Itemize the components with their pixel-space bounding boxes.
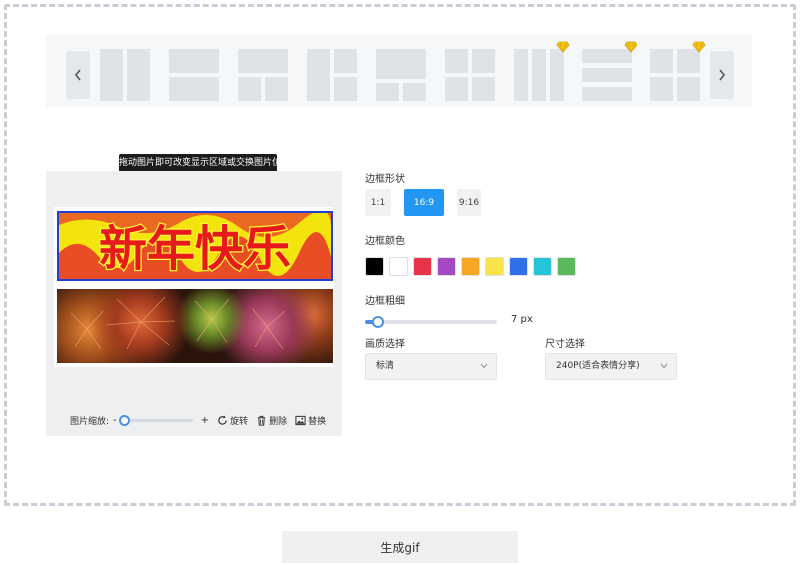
border-thickness-label: 边框粗细: [365, 296, 405, 307]
size-label: 尺寸选择: [545, 339, 585, 350]
border-color-label: 边框颜色: [365, 236, 405, 247]
border-thickness-slider[interactable]: [365, 316, 497, 328]
vip-diamond-icon: [556, 41, 570, 53]
quality-select[interactable]: 标清: [365, 353, 497, 380]
layout-three-rows[interactable]: [582, 41, 638, 101]
ratio-16-9-button[interactable]: 16:9: [404, 189, 444, 216]
chevron-right-icon: [719, 69, 726, 81]
size-selected: 240P(适合表情分享): [556, 361, 640, 371]
chevron-left-icon: [74, 69, 81, 81]
layout-top-one-bottom-two-wide[interactable]: [376, 49, 426, 101]
ratio-9-16-button[interactable]: 9:16: [457, 189, 481, 216]
layout-top-two-bottom-one[interactable]: [445, 49, 495, 101]
layout-left-one-right-two[interactable]: [307, 49, 357, 101]
zoom-slider[interactable]: [118, 414, 193, 426]
zoom-label: 图片缩放:: [70, 416, 110, 427]
replace-button[interactable]: 替换: [295, 414, 326, 427]
layout-three-columns[interactable]: [514, 41, 570, 101]
color-swatch[interactable]: [437, 257, 456, 276]
preview-panel: 新年快乐 图片缩放: - + 旋转 删除 替换: [46, 171, 342, 436]
vip-diamond-icon: [692, 41, 706, 53]
border-thickness-value: 7 px: [511, 314, 533, 325]
rotate-button[interactable]: 旋转: [217, 414, 248, 427]
layout-strip: [46, 35, 752, 107]
color-swatch[interactable]: [389, 257, 408, 276]
chevron-down-icon: [660, 363, 668, 369]
chevron-down-icon: [480, 363, 488, 369]
layout-two-horizontal[interactable]: [169, 49, 219, 101]
quality-selected: 标清: [376, 361, 395, 371]
rotate-icon: [218, 414, 227, 425]
fireworks-image: [70, 296, 286, 350]
layout-one-top-two-bottom[interactable]: [238, 49, 288, 101]
color-swatch[interactable]: [509, 257, 528, 276]
rotate-label: 旋转: [230, 416, 249, 427]
border-shape-label: 边框形状: [365, 174, 405, 185]
image-icon: [295, 415, 306, 425]
layout-next-button[interactable]: [710, 51, 734, 99]
zoom-toolbar: 图片缩放: - + 旋转 删除 替换: [70, 413, 326, 427]
quality-label: 画质选择: [365, 339, 405, 350]
collage-canvas: 新年快乐: [54, 207, 334, 367]
border-thickness-thumb[interactable]: [372, 316, 384, 328]
drag-hint-tooltip: 拖动图片即可改变显示区域或交换图片位置: [119, 154, 290, 176]
banner-image: 新年快乐: [59, 213, 331, 279]
zoom-out-button[interactable]: -: [113, 415, 117, 426]
color-swatch[interactable]: [413, 257, 432, 276]
color-swatch[interactable]: [365, 257, 384, 276]
banner-text: 新年快乐: [99, 221, 291, 277]
ratio-1-1-button[interactable]: 1:1: [365, 189, 391, 216]
zoom-slider-thumb[interactable]: [118, 414, 130, 426]
trash-icon: [257, 415, 266, 426]
size-select[interactable]: 240P(适合表情分享): [545, 353, 677, 380]
zoom-in-button[interactable]: +: [201, 415, 209, 426]
image-slot-top[interactable]: 新年快乐: [57, 211, 333, 281]
layout-prev-button[interactable]: [66, 51, 90, 99]
delete-button[interactable]: 删除: [256, 414, 287, 427]
color-swatch[interactable]: [461, 257, 480, 276]
layout-four-grid[interactable]: [650, 41, 706, 101]
replace-label: 替换: [308, 416, 327, 427]
generate-gif-button[interactable]: 生成gif: [282, 531, 518, 563]
image-slot-bottom[interactable]: [57, 289, 333, 363]
vip-diamond-icon: [624, 41, 638, 53]
color-swatch[interactable]: [485, 257, 504, 276]
color-swatch[interactable]: [557, 257, 576, 276]
color-swatch[interactable]: [533, 257, 552, 276]
delete-label: 删除: [269, 416, 288, 427]
layout-two-vertical[interactable]: [100, 49, 150, 101]
